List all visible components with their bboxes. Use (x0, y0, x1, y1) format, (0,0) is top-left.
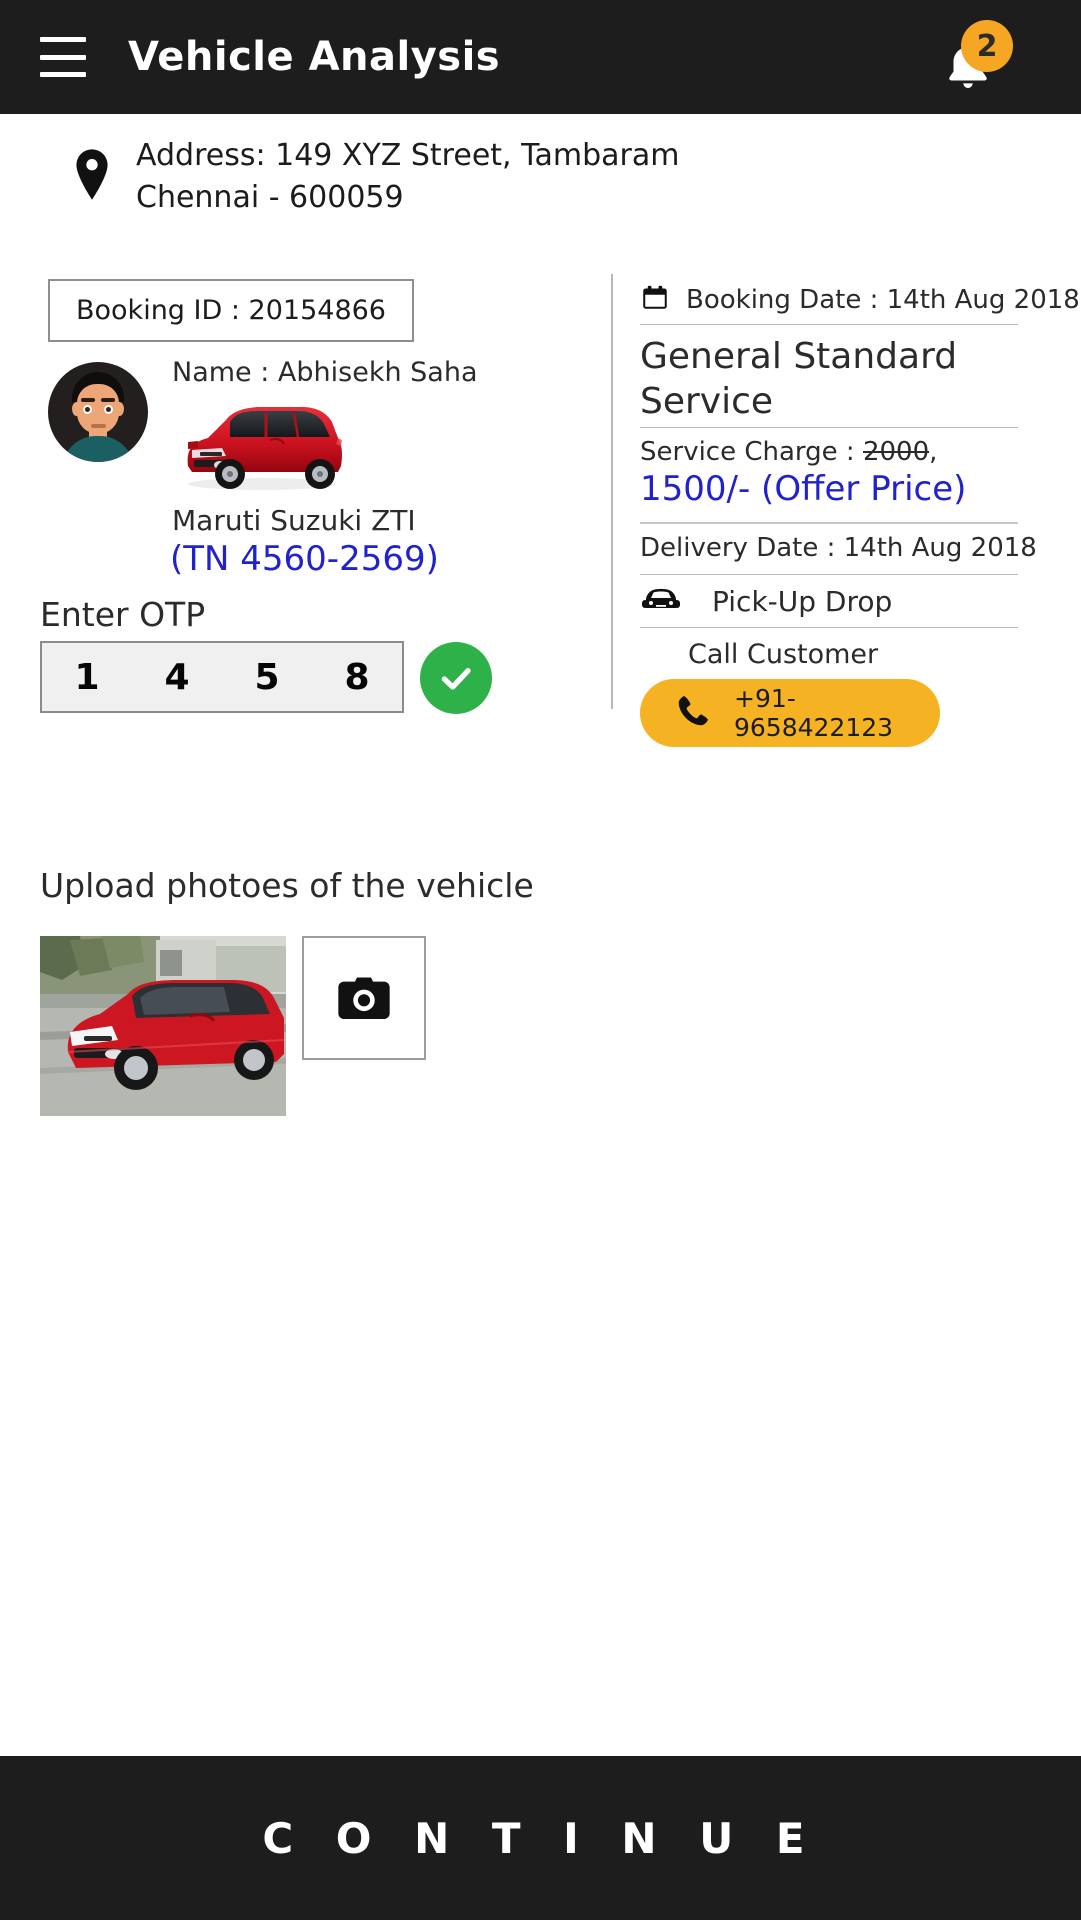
divider-3 (640, 522, 1018, 524)
vehicle-analysis-screen: Vehicle Analysis 2 Address: 149 XYZ Stre… (0, 0, 1081, 1920)
app-header: Vehicle Analysis 2 (0, 0, 1081, 114)
phone-icon (674, 692, 712, 734)
continue-label: C O N T I N U E (262, 1813, 819, 1863)
delivery-date-text: Delivery Date : 14th Aug 2018 (640, 533, 1037, 563)
continue-button[interactable]: C O N T I N U E (0, 1756, 1081, 1920)
booking-date-row: Booking Date : 14th Aug 2018 (640, 283, 1080, 317)
notification-badge: 2 (961, 20, 1013, 72)
offer-price: 1500/- (Offer Price) (640, 469, 967, 509)
otp-digit-1: 1 (74, 656, 100, 698)
location-pin-icon (70, 147, 114, 207)
vehicle-plate-number: (TN 4560-2569) (170, 539, 439, 579)
divider-1 (640, 324, 1018, 325)
booking-id-box: Booking ID : 20154866 (48, 279, 414, 342)
vehicle-model: Maruti Suzuki ZTI (172, 504, 416, 537)
customer-name: Name : Abhisekh Saha (172, 357, 478, 388)
call-phone-number: +91-9658422123 (734, 684, 894, 742)
call-customer-label: Call Customer (688, 639, 879, 670)
calendar-icon (640, 283, 670, 317)
otp-digit-3: 5 (254, 656, 280, 698)
check-circle-icon[interactable] (420, 642, 492, 714)
otp-label: Enter OTP (40, 595, 206, 634)
hamburger-menu-icon[interactable] (40, 37, 86, 77)
call-customer-button[interactable]: +91-9658422123 (640, 679, 940, 747)
address-text: Address: 149 XYZ Street, Tambaram Chenna… (136, 137, 680, 215)
car-front-icon (640, 584, 682, 618)
divider-5 (640, 627, 1018, 628)
divider-4 (640, 574, 1018, 575)
divider-2 (640, 427, 1018, 428)
service-charge-original: 2000 (862, 437, 930, 467)
otp-digit-4: 8 (344, 656, 370, 698)
service-charge-row: Service Charge : 2000, (640, 437, 937, 467)
otp-digit-2: 4 (164, 656, 190, 698)
service-title: General Standard Service (640, 336, 958, 422)
column-divider (611, 274, 613, 709)
red-hatchback-car-image (170, 394, 350, 494)
notification-button[interactable]: 2 (933, 20, 1013, 94)
camera-icon[interactable] (302, 936, 426, 1060)
booking-date-text: Booking Date : 14th Aug 2018 (686, 285, 1080, 315)
pickup-drop-row: Pick-Up Drop (640, 584, 892, 618)
address-bar: Address: 149 XYZ Street, Tambaram Chenna… (0, 114, 1081, 239)
service-charge-suffix: , (929, 437, 938, 467)
booking-details-body: Booking ID : 20154866 Name : Abhisekh Sa… (0, 239, 1081, 1449)
pickup-drop-label: Pick-Up Drop (712, 584, 893, 618)
uploaded-car-photo[interactable] (40, 936, 286, 1116)
user-avatar-icon (48, 362, 148, 462)
page-title: Vehicle Analysis (128, 34, 501, 80)
upload-section-title: Upload photoes of the vehicle (40, 866, 534, 905)
service-charge-label: Service Charge : (640, 437, 863, 467)
otp-input[interactable]: 1 4 5 8 (40, 641, 404, 713)
